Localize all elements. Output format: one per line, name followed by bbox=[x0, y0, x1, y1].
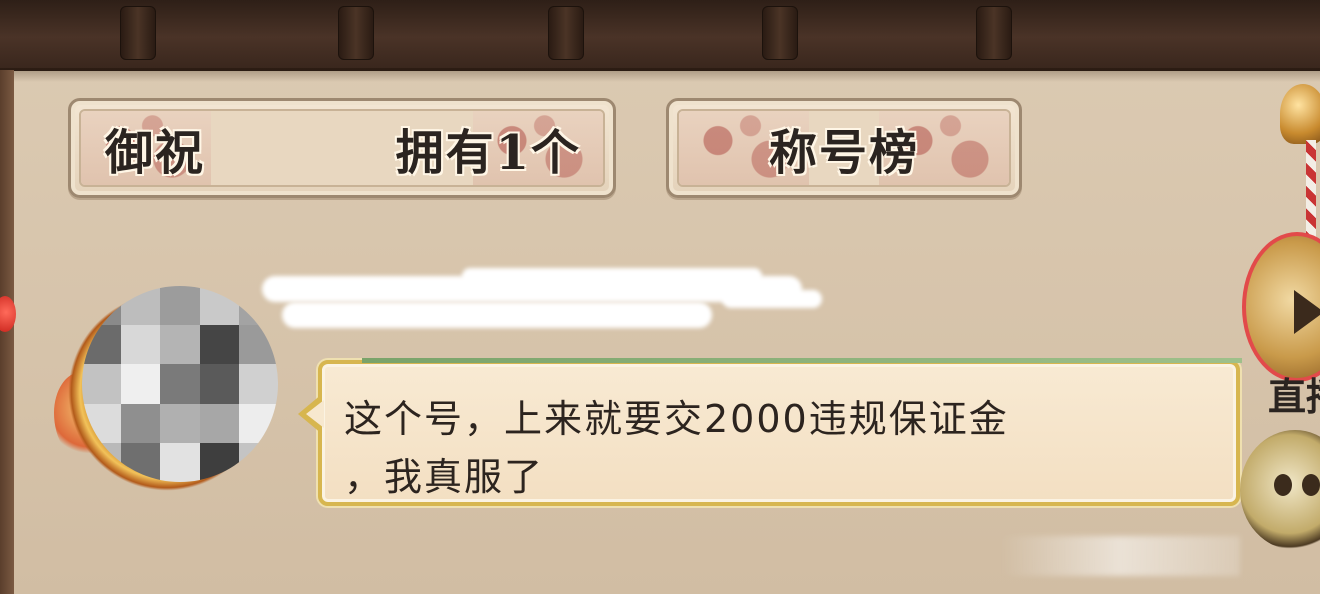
bubble-tail-fill bbox=[306, 400, 324, 428]
mascot-icon[interactable] bbox=[1240, 430, 1320, 550]
beam-peg bbox=[762, 6, 798, 60]
tab-blessing[interactable]: 御祝 拥有1个 bbox=[68, 98, 616, 198]
tab-blessing-count: 拥有1个 bbox=[395, 125, 581, 181]
left-pillar bbox=[0, 70, 14, 594]
bubble-accent-bar bbox=[362, 358, 1242, 363]
beam-peg bbox=[120, 6, 156, 60]
chat-message: 这个号，上来就要交2000违规保证金 ，我真服了 bbox=[344, 397, 1009, 499]
beam-shadow bbox=[0, 68, 1320, 82]
beam-peg bbox=[548, 6, 584, 60]
right-side-rail: 直播 bbox=[1240, 70, 1320, 594]
redacted-username bbox=[262, 262, 822, 342]
pixelated-avatar-image bbox=[82, 286, 278, 482]
live-label: 直播 bbox=[1268, 374, 1320, 419]
chat-bubble: 这个号，上来就要交2000违规保证金 ，我真服了 bbox=[298, 358, 1242, 506]
mascot-eye bbox=[1302, 474, 1320, 496]
live-play-button[interactable] bbox=[1242, 232, 1320, 382]
user-avatar[interactable] bbox=[54, 282, 282, 502]
bell-icon[interactable] bbox=[1280, 84, 1320, 144]
tab-blessing-title: 御祝 bbox=[105, 125, 206, 181]
beam-peg bbox=[338, 6, 374, 60]
play-icon bbox=[1294, 290, 1320, 334]
tab-title-rank-label: 称号榜 bbox=[768, 125, 920, 181]
tab-title-rank[interactable]: 称号榜 bbox=[666, 98, 1022, 198]
beam-peg bbox=[976, 6, 1012, 60]
ceiling-beam bbox=[0, 0, 1320, 71]
mascot-eye bbox=[1274, 474, 1292, 496]
tab-blessing-panel: 御祝 拥有1个 bbox=[79, 109, 605, 187]
tab-title-rank-panel: 称号榜 bbox=[677, 109, 1011, 187]
watermark bbox=[1000, 536, 1240, 576]
